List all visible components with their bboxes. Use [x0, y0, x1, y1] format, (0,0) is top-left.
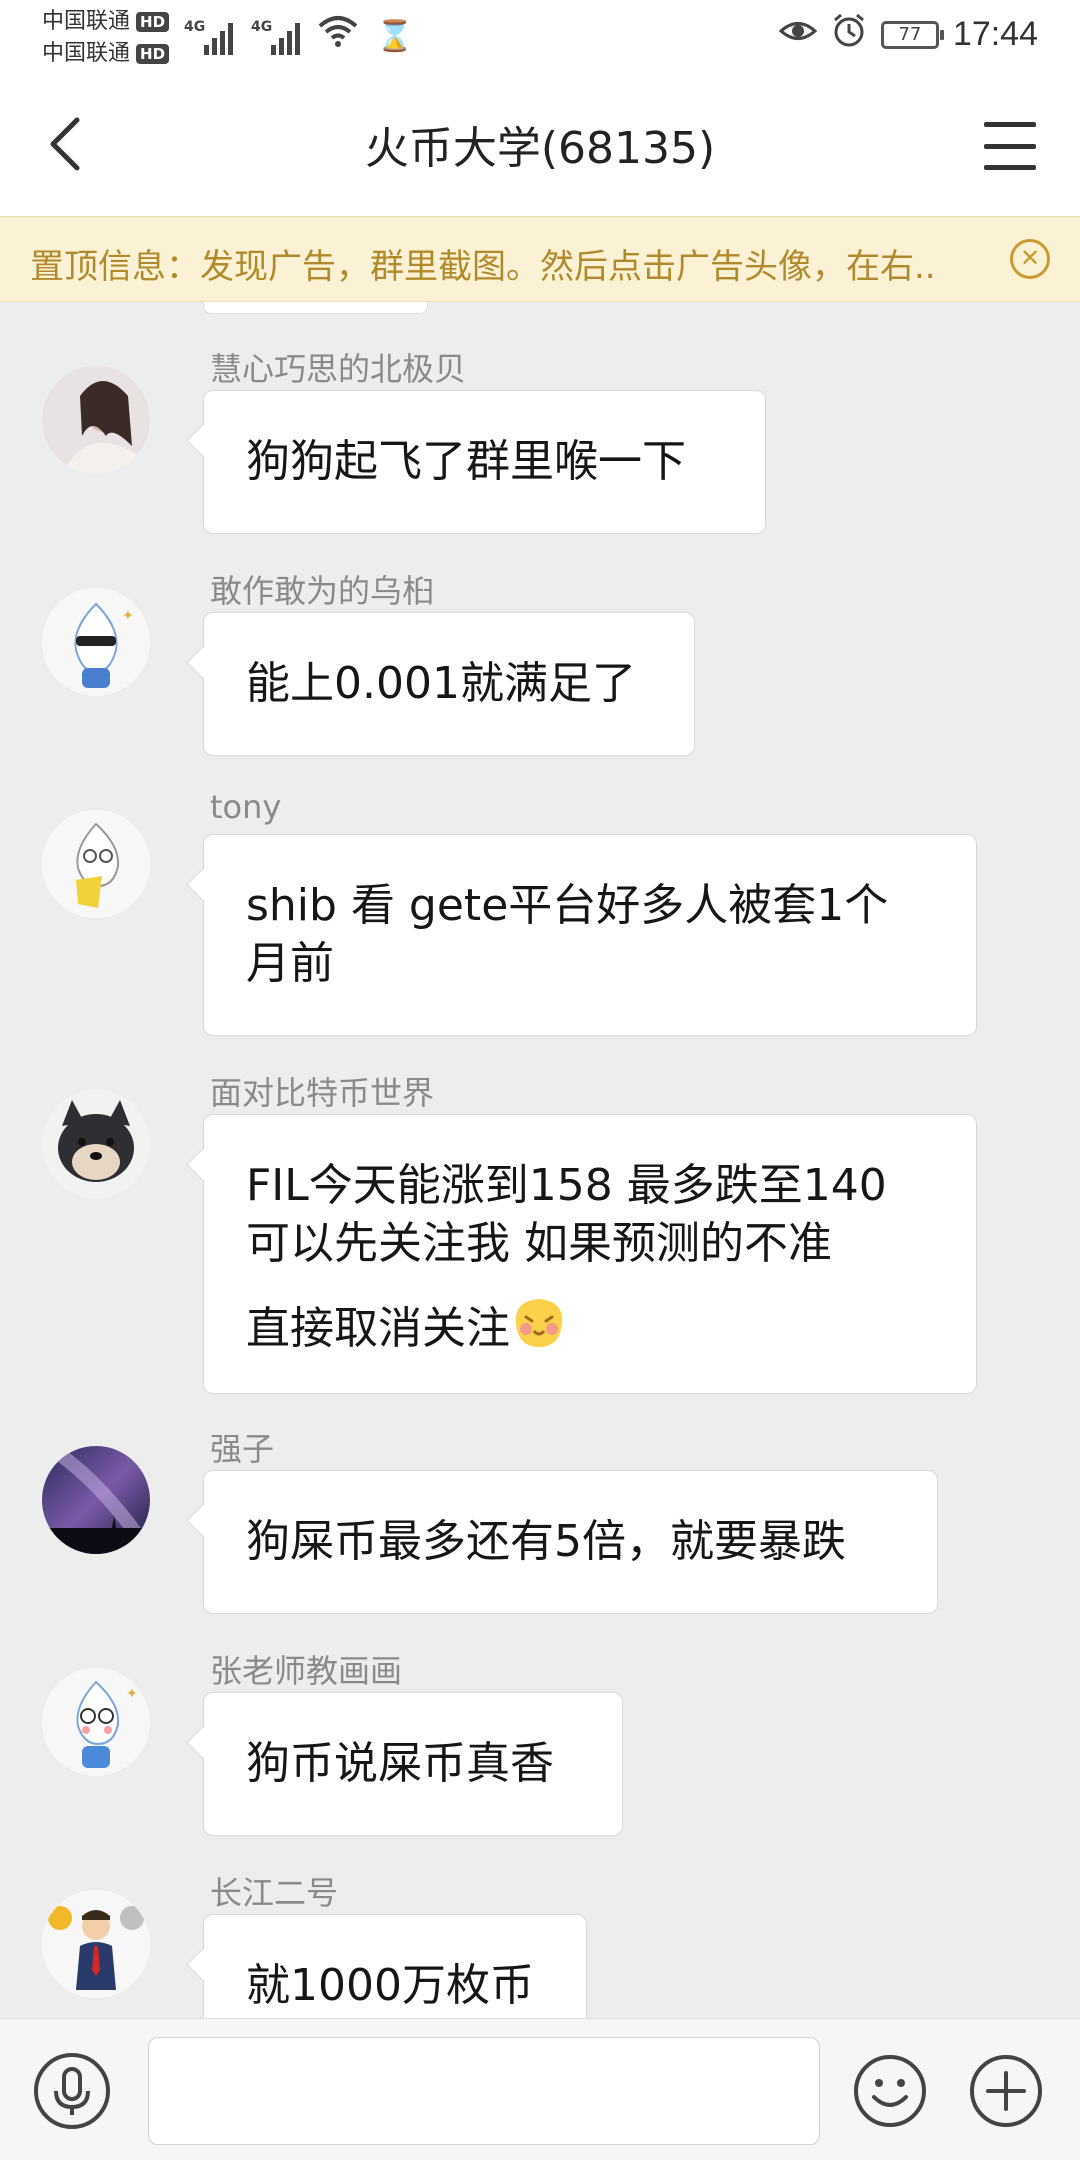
battery-icon: 77 — [880, 20, 944, 49]
message-text-line: 月前 — [246, 938, 334, 989]
message-bubble[interactable]: FIL今天能涨到158 最多跌至140 可以先关注我 如果预测的不准 直接取消关… — [203, 1114, 977, 1394]
status-bar: 中国联通 HD 中国联通 HD 4G 4G ⌛ 77 17:44 — [0, 0, 1080, 74]
message-list[interactable]: 慧心巧思的北极贝 狗狗起飞了群里喉一下 ✦ 敢作敢为的乌桕 能上0.001就满足… — [0, 302, 1080, 2018]
hd-badge: HD — [136, 44, 170, 64]
svg-text:✦: ✦ — [126, 1686, 138, 1702]
sender-name: 强子 — [210, 1430, 275, 1468]
message-text: 就1000万枚币 — [246, 1960, 534, 2011]
microphone-icon — [54, 2067, 90, 2115]
close-icon[interactable]: ✕ — [1010, 239, 1050, 279]
sender-name: 面对比特币世界 — [210, 1074, 435, 1112]
hourglass-icon: ⌛ — [376, 19, 414, 54]
message-text-line: 可以先关注我 如果预测的不准 — [246, 1218, 832, 1269]
message-text-line: shib 看 gete平台好多人被套1个 — [246, 880, 889, 931]
cartoon-yellow-avatar[interactable] — [42, 810, 150, 918]
previous-message-bubble — [203, 302, 428, 314]
emoji-button[interactable] — [852, 2053, 928, 2129]
message-text: 狗屎币最多还有5倍，就要暴跌 — [246, 1516, 846, 1567]
sender-name: 慧心巧思的北极贝 — [210, 350, 467, 388]
sender-name: 敢作敢为的乌桕 — [210, 572, 435, 610]
message-text: 狗币说屎币真香 — [246, 1738, 554, 1789]
businessman-coins-avatar[interactable] — [42, 1890, 150, 1998]
eye-icon — [778, 15, 818, 55]
sender-name: tony — [210, 788, 282, 826]
signal-icon: 4G — [184, 19, 233, 55]
milky-way-avatar[interactable] — [42, 1446, 150, 1554]
message-text: 能上0.001就满足了 — [246, 658, 636, 709]
message-bubble[interactable]: 狗屎币最多还有5倍，就要暴跌 — [203, 1470, 938, 1614]
message-bubble[interactable]: shib 看 gete平台好多人被套1个 月前 — [203, 834, 977, 1036]
blush-face-emoji — [515, 1299, 563, 1347]
woman-photo-avatar[interactable] — [42, 366, 150, 474]
carrier-1: 中国联通 — [42, 9, 131, 34]
hd-badge: HD — [136, 12, 170, 32]
chat-header: 火币大学(68135) — [0, 74, 1080, 216]
menu-icon — [984, 122, 1036, 127]
shiba-dog-avatar[interactable] — [42, 1090, 150, 1198]
smiley-icon — [854, 2055, 926, 2127]
voice-button[interactable] — [34, 2053, 110, 2129]
input-bar — [0, 2018, 1080, 2160]
message-bubble[interactable]: 就1000万枚币 — [203, 1914, 587, 2018]
message-text-line: FIL今天能涨到158 最多跌至140 — [246, 1160, 887, 1211]
message-bubble[interactable]: 狗狗起飞了群里喉一下 — [203, 390, 766, 534]
message-bubble[interactable]: 能上0.001就满足了 — [203, 612, 695, 756]
cartoon-sunglasses-avatar[interactable]: ✦ — [42, 588, 150, 696]
cartoon-blue-avatar[interactable]: ✦ — [42, 1668, 150, 1776]
message-input[interactable] — [148, 2037, 820, 2145]
carrier-info: 中国联通 HD 中国联通 HD — [42, 6, 170, 70]
sender-name: 长江二号 — [210, 1874, 339, 1912]
message-bubble[interactable]: 狗币说屎币真香 — [203, 1692, 623, 1836]
alarm-icon — [831, 12, 867, 57]
pinned-notice[interactable]: 置顶信息：发现广告，群里截图。然后点击广告头像，在右.. ✕ — [0, 216, 1080, 302]
more-button[interactable] — [968, 2053, 1044, 2129]
message-text: 狗狗起飞了群里喉一下 — [246, 436, 686, 487]
group-title: 火币大学(68135) — [364, 123, 716, 174]
pinned-notice-text: 置顶信息：发现广告，群里截图。然后点击广告头像，在右.. — [30, 247, 936, 287]
sender-name: 张老师教画画 — [210, 1652, 403, 1690]
svg-text:✦: ✦ — [122, 608, 134, 624]
carrier-2: 中国联通 — [42, 41, 131, 66]
message-text-line: 直接取消关注 — [246, 1303, 510, 1354]
wifi-icon — [318, 14, 358, 55]
menu-button[interactable] — [980, 116, 1040, 176]
clock: 17:44 — [952, 15, 1038, 53]
plus-icon — [970, 2055, 1042, 2127]
signal-icon: 4G — [251, 19, 300, 55]
